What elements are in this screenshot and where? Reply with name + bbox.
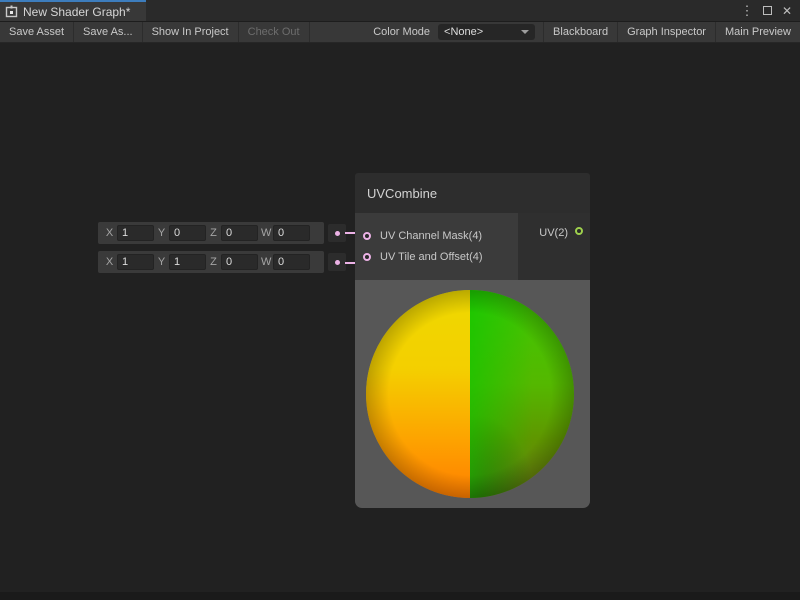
vector1-z-input[interactable] [221,225,258,241]
tab-new-shader-graph[interactable]: New Shader Graph* [0,0,146,21]
more-options-icon[interactable]: ⋮ [739,3,755,19]
check-out-button: Check Out [239,22,310,42]
tab-title: New Shader Graph* [23,5,130,19]
node-body: UV Channel Mask(4) UV Tile and Offset(4)… [355,213,590,280]
main-preview-button[interactable]: Main Preview [715,22,800,42]
axis-label-z: Z [209,227,218,239]
axis-label-y: Y [157,227,166,239]
input-port-row: UV Tile and Offset(4) [355,251,518,263]
toolbar: Save Asset Save As... Show In Project Ch… [0,22,800,43]
vector2-x-input[interactable] [117,254,154,270]
color-mode-label: Color Mode [365,26,438,38]
node-title: UVCombine [367,186,437,201]
preview-sphere [366,290,574,498]
color-mode-selected-value: <None> [444,26,483,38]
node-input-section: UV Channel Mask(4) UV Tile and Offset(4) [355,213,518,280]
color-mode-dropdown[interactable]: <None> [438,24,535,40]
node-output-section: UV(2) [518,213,590,280]
axis-label-x: X [105,227,114,239]
vector4-input-row-1: X Y Z W [98,222,324,244]
shader-graph-window: New Shader Graph* ⋮ ✕ Save Asset Save As… [0,0,800,600]
vector2-y-input[interactable] [169,254,206,270]
maximize-icon[interactable] [759,3,775,19]
vector1-x-input[interactable] [117,225,154,241]
vector2-z-input[interactable] [221,254,258,270]
sphere-right-half-green [470,290,574,498]
vector1-y-input[interactable] [169,225,206,241]
shader-graph-icon [5,5,18,18]
graph-canvas[interactable]: X Y Z W X Y Z W UVCombine [0,43,800,600]
axis-label-w: W [261,256,270,268]
input-port-uv-channel-mask[interactable] [363,232,371,240]
save-as-button[interactable]: Save As... [74,22,143,42]
tab-bar: New Shader Graph* ⋮ ✕ [0,0,800,22]
vector1-w-input[interactable] [273,225,310,241]
input-port-label: UV Channel Mask(4) [380,230,482,242]
output-port-uv[interactable] [575,227,583,235]
axis-label-z: Z [209,256,218,268]
vector2-w-input[interactable] [273,254,310,270]
vector2-output-port[interactable] [328,253,346,271]
input-port-uv-tile-offset[interactable] [363,253,371,261]
chevron-down-icon [521,30,529,34]
blackboard-button[interactable]: Blackboard [543,22,617,42]
vector4-input-row-2: X Y Z W [98,251,324,273]
port-dot-icon [335,231,340,236]
output-port-label: UV(2) [539,227,568,239]
axis-label-w: W [261,227,270,239]
node-title-bar[interactable]: UVCombine [355,173,590,213]
axis-label-x: X [105,256,114,268]
node-preview [355,280,590,508]
input-port-row: UV Channel Mask(4) [355,230,518,242]
window-controls: ⋮ ✕ [739,0,800,21]
input-port-label: UV Tile and Offset(4) [380,251,483,263]
node-uvcombine[interactable]: UVCombine UV Channel Mask(4) UV Tile and… [355,173,590,508]
save-asset-button[interactable]: Save Asset [0,22,74,42]
color-mode-group: Color Mode <None> [365,22,543,42]
graph-inspector-button[interactable]: Graph Inspector [617,22,715,42]
port-dot-icon [335,260,340,265]
close-icon[interactable]: ✕ [779,3,795,19]
vector1-output-port[interactable] [328,224,346,242]
axis-label-y: Y [157,256,166,268]
sphere-left-half-yellow-orange [366,290,470,498]
show-in-project-button[interactable]: Show In Project [143,22,239,42]
